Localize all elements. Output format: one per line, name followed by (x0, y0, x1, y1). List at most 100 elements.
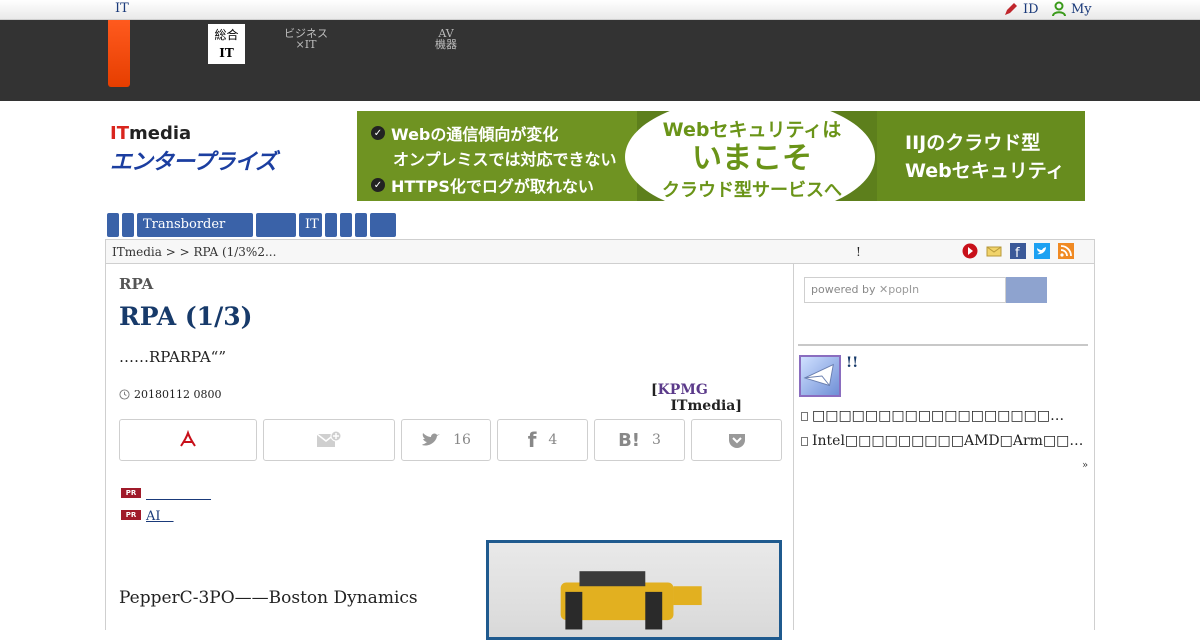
article-main: RPA RPA (1/3) ……RPARPA“” 20180112 0800 [… (105, 264, 794, 640)
hatena-count: 3 (652, 432, 661, 448)
menu-item-it[interactable]: IT (299, 213, 322, 237)
check-icon: ✓ (371, 126, 385, 140)
breadcrumb-notice: ! (856, 245, 861, 259)
search-button[interactable] (1006, 277, 1047, 303)
article-date-text: 20180112 0800 (134, 388, 222, 401)
hatena-bookmark-button[interactable]: B! 3 (594, 419, 685, 461)
user-icon (1052, 1, 1066, 17)
facebook-icon[interactable]: f (1010, 243, 1026, 259)
pr-tag: PR (121, 509, 141, 520)
pr-link-1[interactable]: PR (121, 483, 216, 502)
ad-right-line-1: IIJのクラウド型 (905, 132, 1041, 154)
facebook-icon: f (527, 428, 537, 452)
document-icon (801, 411, 808, 421)
facebook-count: 4 (548, 432, 558, 448)
breadcrumb[interactable]: ITmedia > > RPA (1/3%2... (112, 245, 276, 259)
ad-line-2: オンプレミスでは対応できない (393, 150, 617, 169)
search-popin-brand: popIn (888, 283, 920, 296)
article-lead: ……RPARPA“” (119, 348, 227, 366)
pencil-icon (1005, 3, 1017, 15)
pdf-button[interactable] (119, 419, 257, 461)
ad-line-3: HTTPS化でログが取れない (391, 177, 594, 196)
pr-link-text[interactable]: AI (146, 505, 174, 524)
my-label: My (1071, 1, 1092, 17)
news-item-1[interactable]: □□□□□□□□□□□□□□□□□□… (801, 408, 1064, 424)
article-date: 20180112 0800 (119, 388, 221, 401)
robot-dog-image (560, 571, 702, 630)
twitter-icon[interactable] (1034, 243, 1050, 259)
article-kicker: RPA (119, 275, 154, 293)
menu-item[interactable] (325, 213, 337, 237)
arrow-circle-icon[interactable] (962, 243, 978, 259)
share-icons: f (962, 243, 1074, 259)
mail-icon[interactable] (986, 243, 1002, 259)
menu-item[interactable] (256, 213, 296, 237)
logo-it: IT (110, 123, 129, 144)
search-input[interactable]: powered by ✕popIn (804, 277, 1006, 303)
menu-item[interactable] (355, 213, 367, 237)
ad-mid-line-3: クラウド型サービスへ (662, 180, 842, 201)
hatena-icon: B! (618, 429, 640, 451)
ad-mid-line-2: いまこそ (692, 141, 812, 176)
pdf-icon (180, 430, 196, 447)
my-link[interactable]: My (1051, 1, 1092, 17)
article-byline: [KPMG ITmedia] (651, 382, 793, 414)
news-item-2[interactable]: Intel□□□□□□□□□AMD□Arm□□… (801, 433, 1083, 449)
ad-banner[interactable]: ✓ Webの通信傾向が変化 オンプレミスでは対応できない ✓ HTTPS化でログが取… (357, 111, 1085, 201)
article-photo (486, 540, 782, 640)
article-title: RPA (1/3) (119, 302, 253, 331)
logo-enterprise: エンタープライズ (110, 150, 277, 175)
twitter-icon (422, 433, 441, 446)
menu-item[interactable] (122, 213, 134, 237)
category-accent-tab[interactable] (108, 20, 130, 87)
ad-line-1: Webの通信傾向が変化 (391, 125, 559, 144)
twitter-count: 16 (453, 432, 471, 448)
nav-item-business[interactable]: ビジネス ×IT (284, 28, 328, 50)
logo-media: media (128, 123, 192, 144)
envelope-icon (803, 363, 834, 387)
svg-text:f: f (1015, 246, 1020, 259)
nav-item-selected-line2: IT (219, 46, 234, 60)
pr-tag: PR (121, 487, 141, 498)
pocket-button[interactable] (691, 419, 782, 461)
ad-mid-line-1: Webセキュリティは (662, 119, 842, 141)
mail-plus-icon (316, 430, 342, 447)
mail-magazine-icon[interactable] (799, 355, 841, 397)
news-item-1-text: □□□□□□□□□□□□□□□□□□… (812, 408, 1065, 424)
clock-icon (119, 389, 130, 400)
section-menu: Transborder IT (107, 213, 396, 237)
search-powered-by: powered by (811, 283, 876, 296)
sidebar: powered by ✕popIn !! □□□□□□□□□□□□□□□□□□…… (794, 264, 1095, 630)
category-nav: 総合 IT ビジネス ×IT AV 機器 (0, 20, 1200, 101)
menu-item[interactable] (107, 213, 119, 237)
site-brand-link[interactable]: IT (115, 1, 129, 16)
mail-magazine-title[interactable]: !! (846, 355, 858, 371)
facebook-share-button[interactable]: f 4 (497, 419, 588, 461)
nav-item-selected-line1: 総合 (214, 28, 239, 42)
check-icon: ✓ (371, 178, 385, 192)
nav-item-av[interactable]: AV 機器 (435, 28, 457, 50)
mail-article-button[interactable] (263, 419, 395, 461)
document-icon (801, 436, 808, 446)
article-paragraph: PepperC-3PO——Boston Dynamics (119, 588, 418, 608)
popin-icon: ✕ (879, 283, 889, 296)
id-link[interactable]: ID (1003, 1, 1039, 17)
nav-item-business-line2: ×IT (295, 38, 317, 51)
byline-open: [ (651, 382, 658, 398)
menu-item[interactable] (370, 213, 396, 237)
sidebar-divider (798, 344, 1088, 346)
byline-media: ITmedia] (670, 398, 743, 414)
top-utility-bar: IT ID My (0, 0, 1200, 20)
tweet-button[interactable]: 16 (401, 419, 491, 461)
site-logo[interactable]: ITmedia エンタープライズ (110, 123, 310, 175)
id-label: ID (1023, 1, 1039, 17)
news-item-2-text: Intel□□□□□□□□□AMD□Arm□□… (812, 433, 1084, 449)
rss-icon[interactable] (1058, 243, 1074, 259)
pr-link-2[interactable]: PR AI (121, 505, 174, 524)
pr-link-text[interactable] (146, 483, 216, 502)
menu-item-transborder[interactable]: Transborder (137, 213, 253, 237)
byline-author-link[interactable]: KPMG (658, 382, 708, 398)
nav-item-selected[interactable]: 総合 IT (208, 24, 245, 64)
more-link[interactable]: » (1082, 460, 1088, 471)
menu-item[interactable] (340, 213, 352, 237)
